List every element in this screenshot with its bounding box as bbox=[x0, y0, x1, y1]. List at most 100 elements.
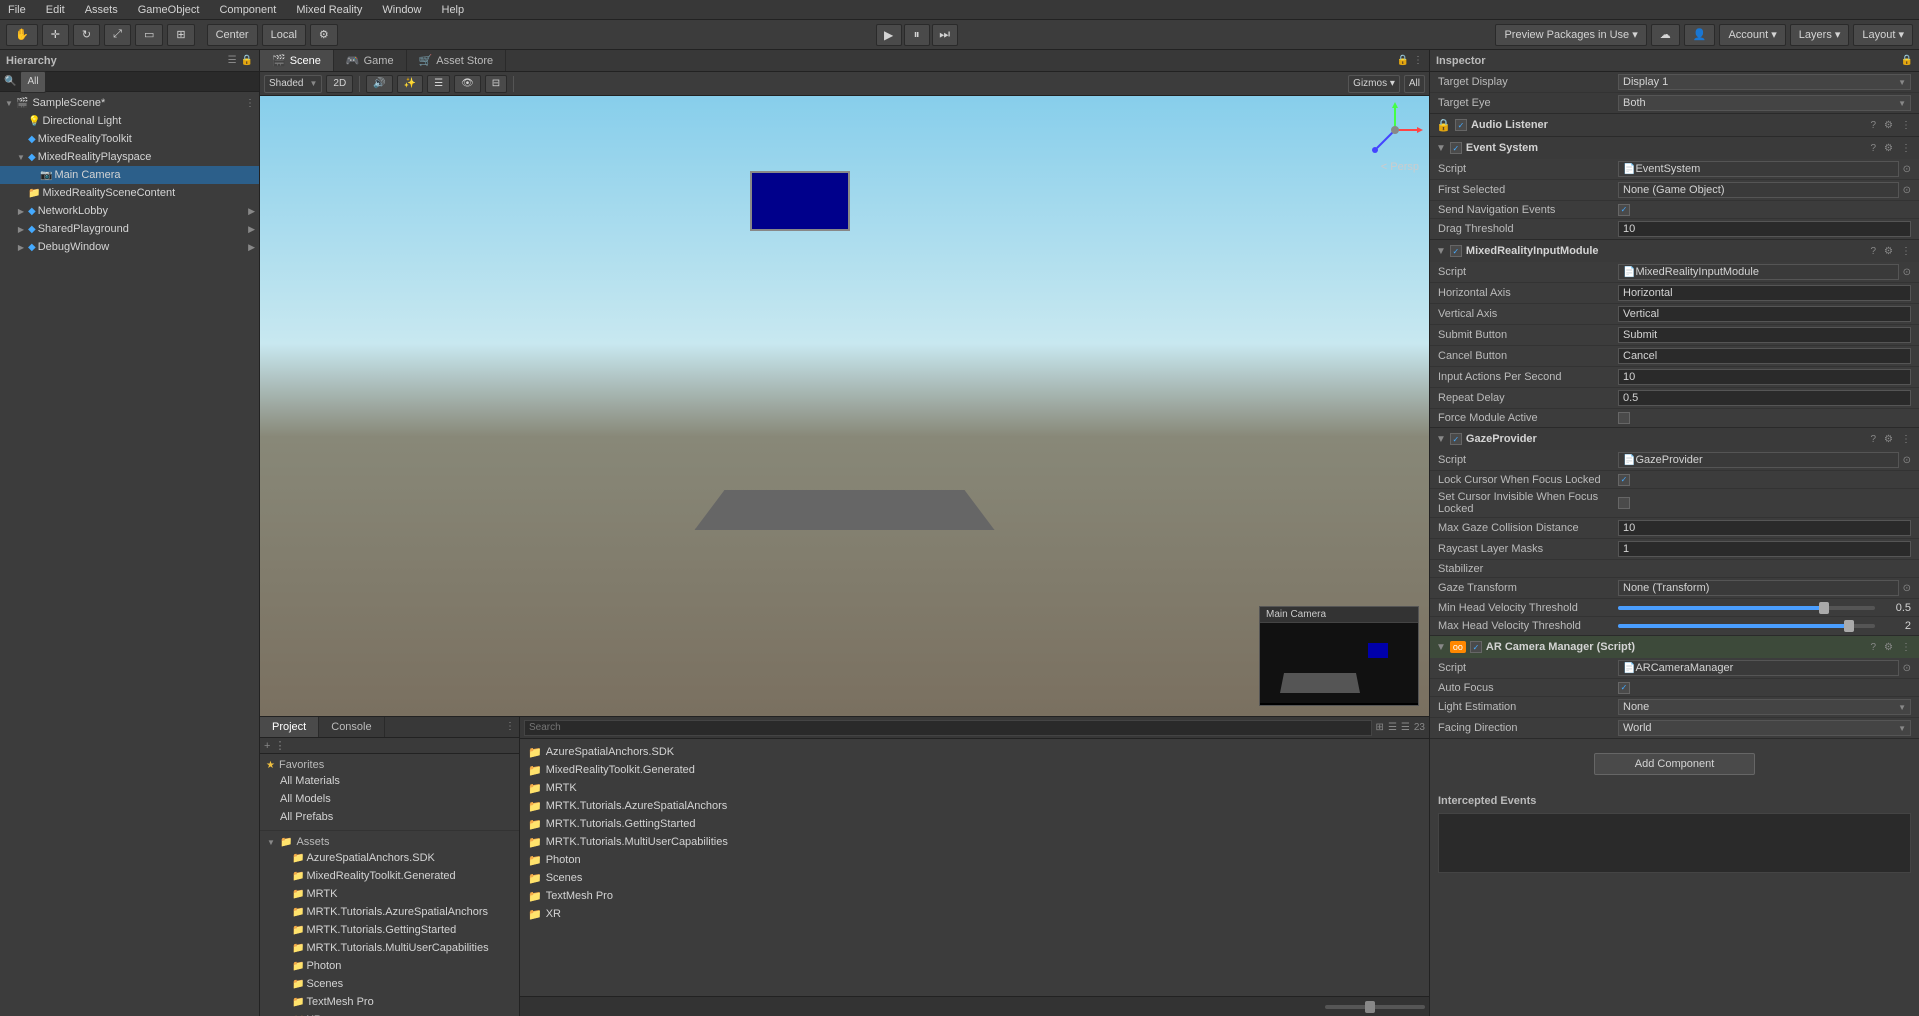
min-head-slider-track[interactable] bbox=[1618, 606, 1875, 610]
event-settings[interactable]: ⚙ bbox=[1882, 142, 1895, 155]
gaze-settings[interactable]: ⚙ bbox=[1882, 433, 1895, 446]
assets-tree-item[interactable]: 📁 MRTK bbox=[264, 885, 515, 903]
light-estimation-dropdown[interactable]: None bbox=[1618, 699, 1911, 715]
asset-list-item[interactable]: 📁 MRTK bbox=[524, 779, 1425, 797]
hierarchy-options-icon[interactable]: ⋮ bbox=[245, 98, 255, 109]
scene-panel-options[interactable]: ⋮ bbox=[1413, 55, 1423, 66]
step-button[interactable]: ⏭ bbox=[932, 24, 958, 46]
gaze-script-value[interactable]: 📄 GazeProvider bbox=[1618, 452, 1899, 468]
menu-mixed-reality[interactable]: Mixed Reality bbox=[292, 4, 366, 16]
fav-item[interactable]: All Models bbox=[264, 790, 515, 808]
gaze-provider-header[interactable]: ▼ GazeProvider ? ⚙ ⋮ bbox=[1430, 428, 1919, 450]
viewport[interactable]: < Persp Main Camera bbox=[260, 96, 1429, 716]
menu-help[interactable]: Help bbox=[438, 4, 469, 16]
all-filter-btn[interactable]: All bbox=[20, 71, 45, 93]
layout-dropdown[interactable]: Layout ▾ bbox=[1853, 24, 1913, 46]
gaze-enabled-checkbox[interactable] bbox=[1450, 433, 1462, 445]
event-system-header[interactable]: ▼ Event System ? ⚙ ⋮ bbox=[1430, 137, 1919, 159]
audio-settings[interactable]: ⚙ bbox=[1882, 119, 1895, 132]
gaze-transform-value[interactable]: None (Transform) bbox=[1618, 580, 1899, 596]
expand-arrow[interactable]: ▶ bbox=[16, 242, 26, 252]
set-cursor-checkbox[interactable] bbox=[1618, 497, 1630, 509]
pause-button[interactable]: ⏸ bbox=[904, 24, 930, 46]
auto-focus-checkbox[interactable] bbox=[1618, 682, 1630, 694]
vertical-axis-input[interactable] bbox=[1618, 306, 1911, 322]
inspector-lock[interactable]: 🔒 bbox=[1901, 55, 1913, 66]
cloud-btn[interactable]: ☁ bbox=[1651, 24, 1680, 46]
max-head-slider-track[interactable] bbox=[1618, 624, 1875, 628]
event-enabled-checkbox[interactable] bbox=[1450, 142, 1462, 154]
repeat-delay-input[interactable] bbox=[1618, 390, 1911, 406]
scene-panel-lock[interactable]: 🔒 bbox=[1397, 55, 1409, 66]
ar-script-value[interactable]: 📄 ARCameraManager bbox=[1618, 660, 1899, 676]
asset-view-icon3[interactable]: ☰ bbox=[1401, 722, 1410, 733]
ar-menu[interactable]: ⋮ bbox=[1899, 641, 1913, 654]
assets-tree-item[interactable]: 📁 Photon bbox=[264, 957, 515, 975]
hierarchy-item[interactable]: ▶ ◆ DebugWindow ▶ bbox=[0, 238, 259, 256]
gizmos-dropdown[interactable]: Gizmos ▾ bbox=[1348, 75, 1400, 93]
scene-options-1[interactable]: ☰ bbox=[427, 75, 450, 93]
expand-arrow[interactable]: ▼ bbox=[4, 98, 14, 108]
tab-console[interactable]: Console bbox=[319, 717, 384, 737]
ar-question[interactable]: ? bbox=[1868, 641, 1878, 654]
event-menu[interactable]: ⋮ bbox=[1899, 142, 1913, 155]
hierarchy-item[interactable]: ▼ ◆ MixedRealityPlayspace bbox=[0, 148, 259, 166]
hierarchy-item[interactable]: 💡 Directional Light bbox=[0, 112, 259, 130]
assets-tree-item[interactable]: 📁 MRTK.Tutorials.MultiUserCapabilities bbox=[264, 939, 515, 957]
expand-arrow[interactable]: ▶ bbox=[16, 224, 26, 234]
hierarchy-lock[interactable]: 🔒 bbox=[241, 55, 253, 66]
collab-btn[interactable]: 👤 bbox=[1684, 24, 1716, 46]
project-options[interactable]: ⋮ bbox=[501, 717, 519, 737]
scene-options-2[interactable]: 👁 bbox=[454, 75, 481, 93]
event-expand[interactable]: ▼ bbox=[1436, 143, 1446, 154]
gaze-script-target[interactable]: ⊙ bbox=[1903, 455, 1911, 466]
tool-rotate[interactable]: ↻ bbox=[73, 24, 100, 46]
gaze-expand[interactable]: ▼ bbox=[1436, 434, 1446, 445]
assets-tree-item[interactable]: 📁 Scenes bbox=[264, 975, 515, 993]
size-slider-track[interactable] bbox=[1325, 1005, 1425, 1009]
asset-list-item[interactable]: 📁 AzureSpatialAnchors.SDK bbox=[524, 743, 1425, 761]
play-button[interactable]: ▶ bbox=[876, 24, 902, 46]
asset-list-item[interactable]: 📁 XR bbox=[524, 905, 1425, 923]
options-btn[interactable]: ⋮ bbox=[274, 739, 285, 752]
mrtk-input-header[interactable]: ▼ MixedRealityInputModule ? ⚙ ⋮ bbox=[1430, 240, 1919, 262]
target-eye-value[interactable]: Both bbox=[1618, 95, 1911, 111]
tool-scale[interactable]: ⤢ bbox=[104, 24, 131, 46]
assets-tree-item[interactable]: 📁 MRTK.Tutorials.AzureSpatialAnchors bbox=[264, 903, 515, 921]
extra-tool[interactable]: ⚙ bbox=[310, 24, 338, 46]
tab-asset-store[interactable]: 🛒 Asset Store bbox=[407, 50, 507, 71]
mrtk-enabled-checkbox[interactable] bbox=[1450, 245, 1462, 257]
max-head-slider-thumb[interactable] bbox=[1844, 620, 1854, 632]
asset-view-icon2[interactable]: ☰ bbox=[1388, 722, 1397, 733]
asset-view-icon1[interactable]: ⊞ bbox=[1376, 722, 1384, 733]
asset-search-input[interactable] bbox=[524, 720, 1372, 736]
expand-arrow[interactable]: ▶ bbox=[16, 206, 26, 216]
gaze-transform-target[interactable]: ⊙ bbox=[1903, 583, 1911, 594]
tool-move[interactable]: ✛ bbox=[42, 24, 69, 46]
fav-item[interactable]: All Prefabs bbox=[264, 808, 515, 826]
first-selected-value[interactable]: None (Game Object) bbox=[1618, 182, 1899, 198]
min-head-slider-thumb[interactable] bbox=[1819, 602, 1829, 614]
pivot-btn[interactable]: Center bbox=[207, 24, 258, 46]
cancel-btn-input[interactable] bbox=[1618, 348, 1911, 364]
fav-item[interactable]: All Materials bbox=[264, 772, 515, 790]
assets-tree-item[interactable]: 📁 MRTK.Tutorials.GettingStarted bbox=[264, 921, 515, 939]
space-btn[interactable]: Local bbox=[262, 24, 306, 46]
force-module-checkbox[interactable] bbox=[1618, 412, 1630, 424]
ar-enabled-checkbox[interactable] bbox=[1470, 641, 1482, 653]
gaze-question[interactable]: ? bbox=[1868, 433, 1878, 446]
mrtk-settings[interactable]: ⚙ bbox=[1882, 245, 1895, 258]
gaze-menu[interactable]: ⋮ bbox=[1899, 433, 1913, 446]
menu-gameobject[interactable]: GameObject bbox=[134, 4, 204, 16]
hierarchy-options[interactable]: ☰ bbox=[228, 55, 237, 66]
ar-camera-header[interactable]: ▼ oo AR Camera Manager (Script) ? ⚙ ⋮ bbox=[1430, 636, 1919, 658]
scene-options-3[interactable]: ⊟ bbox=[485, 75, 507, 93]
hierarchy-item[interactable]: ◆ MixedRealityToolkit bbox=[0, 130, 259, 148]
hierarchy-item[interactable]: ▶ ◆ SharedPlayground ▶ bbox=[0, 220, 259, 238]
menu-edit[interactable]: Edit bbox=[42, 4, 69, 16]
ar-expand[interactable]: ▼ bbox=[1436, 642, 1446, 653]
shading-dropdown[interactable]: Shaded ▼ bbox=[264, 75, 322, 93]
hierarchy-item[interactable]: 📁 MixedRealitySceneContent bbox=[0, 184, 259, 202]
asset-list-item[interactable]: 📁 TextMesh Pro bbox=[524, 887, 1425, 905]
asset-list-item[interactable]: 📁 Scenes bbox=[524, 869, 1425, 887]
